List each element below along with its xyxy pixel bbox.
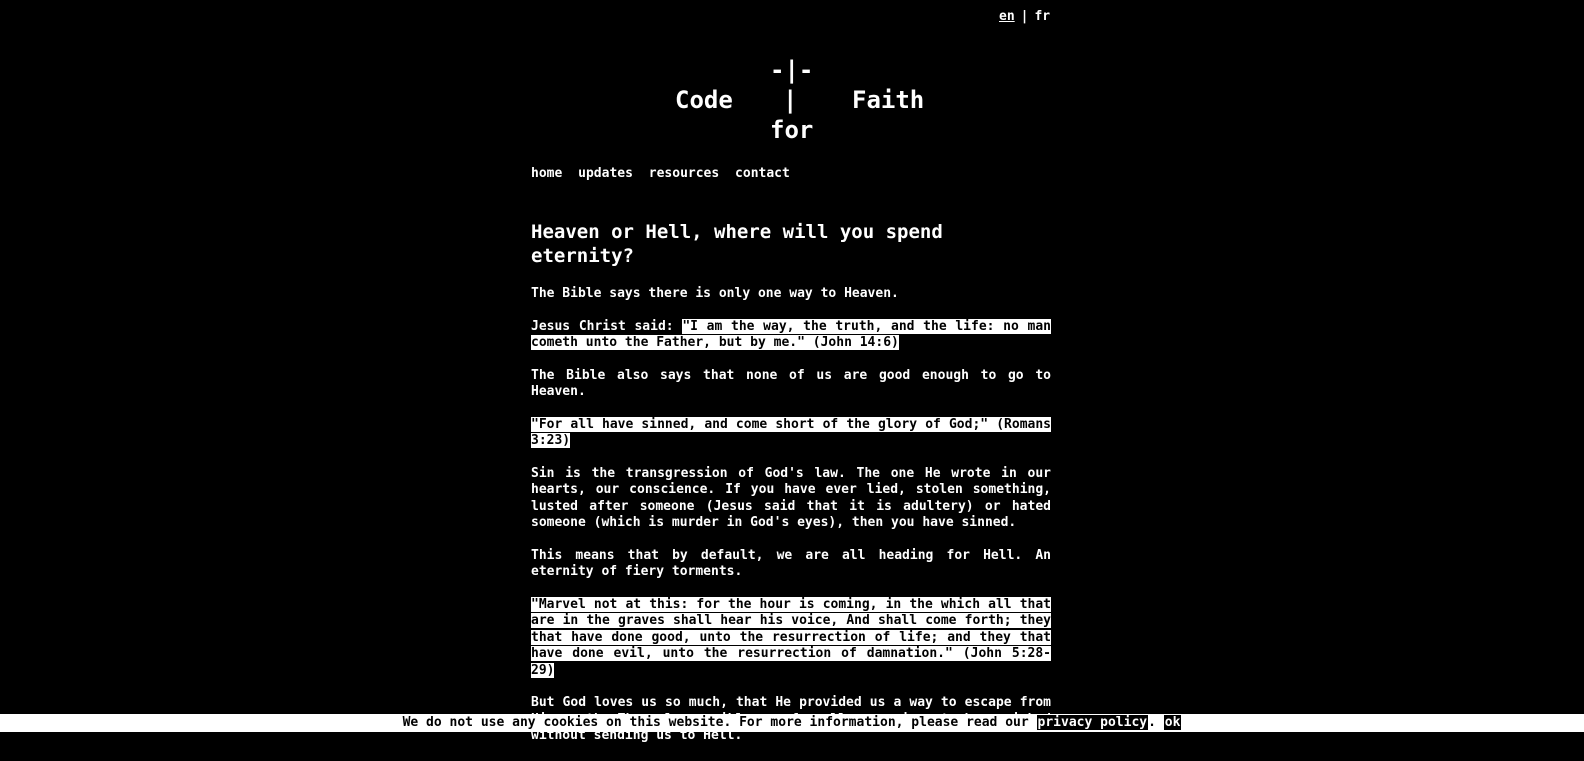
article-paragraph: "For all have sinned, and come short of … xyxy=(531,416,1051,450)
article-paragraph: The Bible also says that none of us are … xyxy=(531,367,1051,400)
quote-intro: Jesus Christ said: xyxy=(531,318,683,334)
article-paragraph: "Marvel not at this: for the hour is com… xyxy=(531,596,1051,680)
logo-cross-top: -|- xyxy=(770,56,814,84)
nav-home[interactable]: home xyxy=(531,166,562,181)
article: Heaven or Hell, where will you spend ete… xyxy=(531,220,1051,761)
lang-separator: | xyxy=(1020,9,1029,24)
cookie-banner: We do not use any cookies on this websit… xyxy=(0,714,1584,732)
bible-quote-romans-3-23: "For all have sinned, and come short of … xyxy=(531,416,1051,448)
logo-cross-bar: | xyxy=(783,86,798,114)
language-switcher: en | fr xyxy=(999,9,1050,24)
article-paragraph: This means that by default, we are all h… xyxy=(531,547,1051,580)
lang-fr-link[interactable]: fr xyxy=(1034,9,1050,24)
nav-contact[interactable]: contact xyxy=(735,166,790,181)
lang-en-link[interactable]: en xyxy=(999,9,1015,24)
article-title: Heaven or Hell, where will you spend ete… xyxy=(531,221,943,267)
cookie-ok-button[interactable]: ok xyxy=(1163,715,1182,730)
main-nav: home updates resources contact xyxy=(531,166,798,181)
article-paragraph: Jesus Christ said: "I am the way, the tr… xyxy=(531,318,1051,352)
cookie-text: We do not use any cookies on this websit… xyxy=(402,715,1037,730)
nav-updates[interactable]: updates xyxy=(578,166,633,181)
site-logo[interactable]: -|- Code | Faith for xyxy=(0,55,1584,155)
logo-word-code: Code xyxy=(675,86,733,114)
cookie-text-after: . xyxy=(1148,715,1164,730)
logo-word-for: for xyxy=(770,116,814,144)
logo-word-faith: Faith xyxy=(852,86,925,114)
privacy-policy-link[interactable]: privacy policy xyxy=(1036,715,1149,730)
bible-quote-john-5-28: "Marvel not at this: for the hour is com… xyxy=(531,596,1051,678)
article-paragraph: Sin is the transgression of God's law. T… xyxy=(531,465,1051,531)
article-paragraph: The Bible says there is only one way to … xyxy=(531,286,899,301)
nav-resources[interactable]: resources xyxy=(649,166,719,181)
